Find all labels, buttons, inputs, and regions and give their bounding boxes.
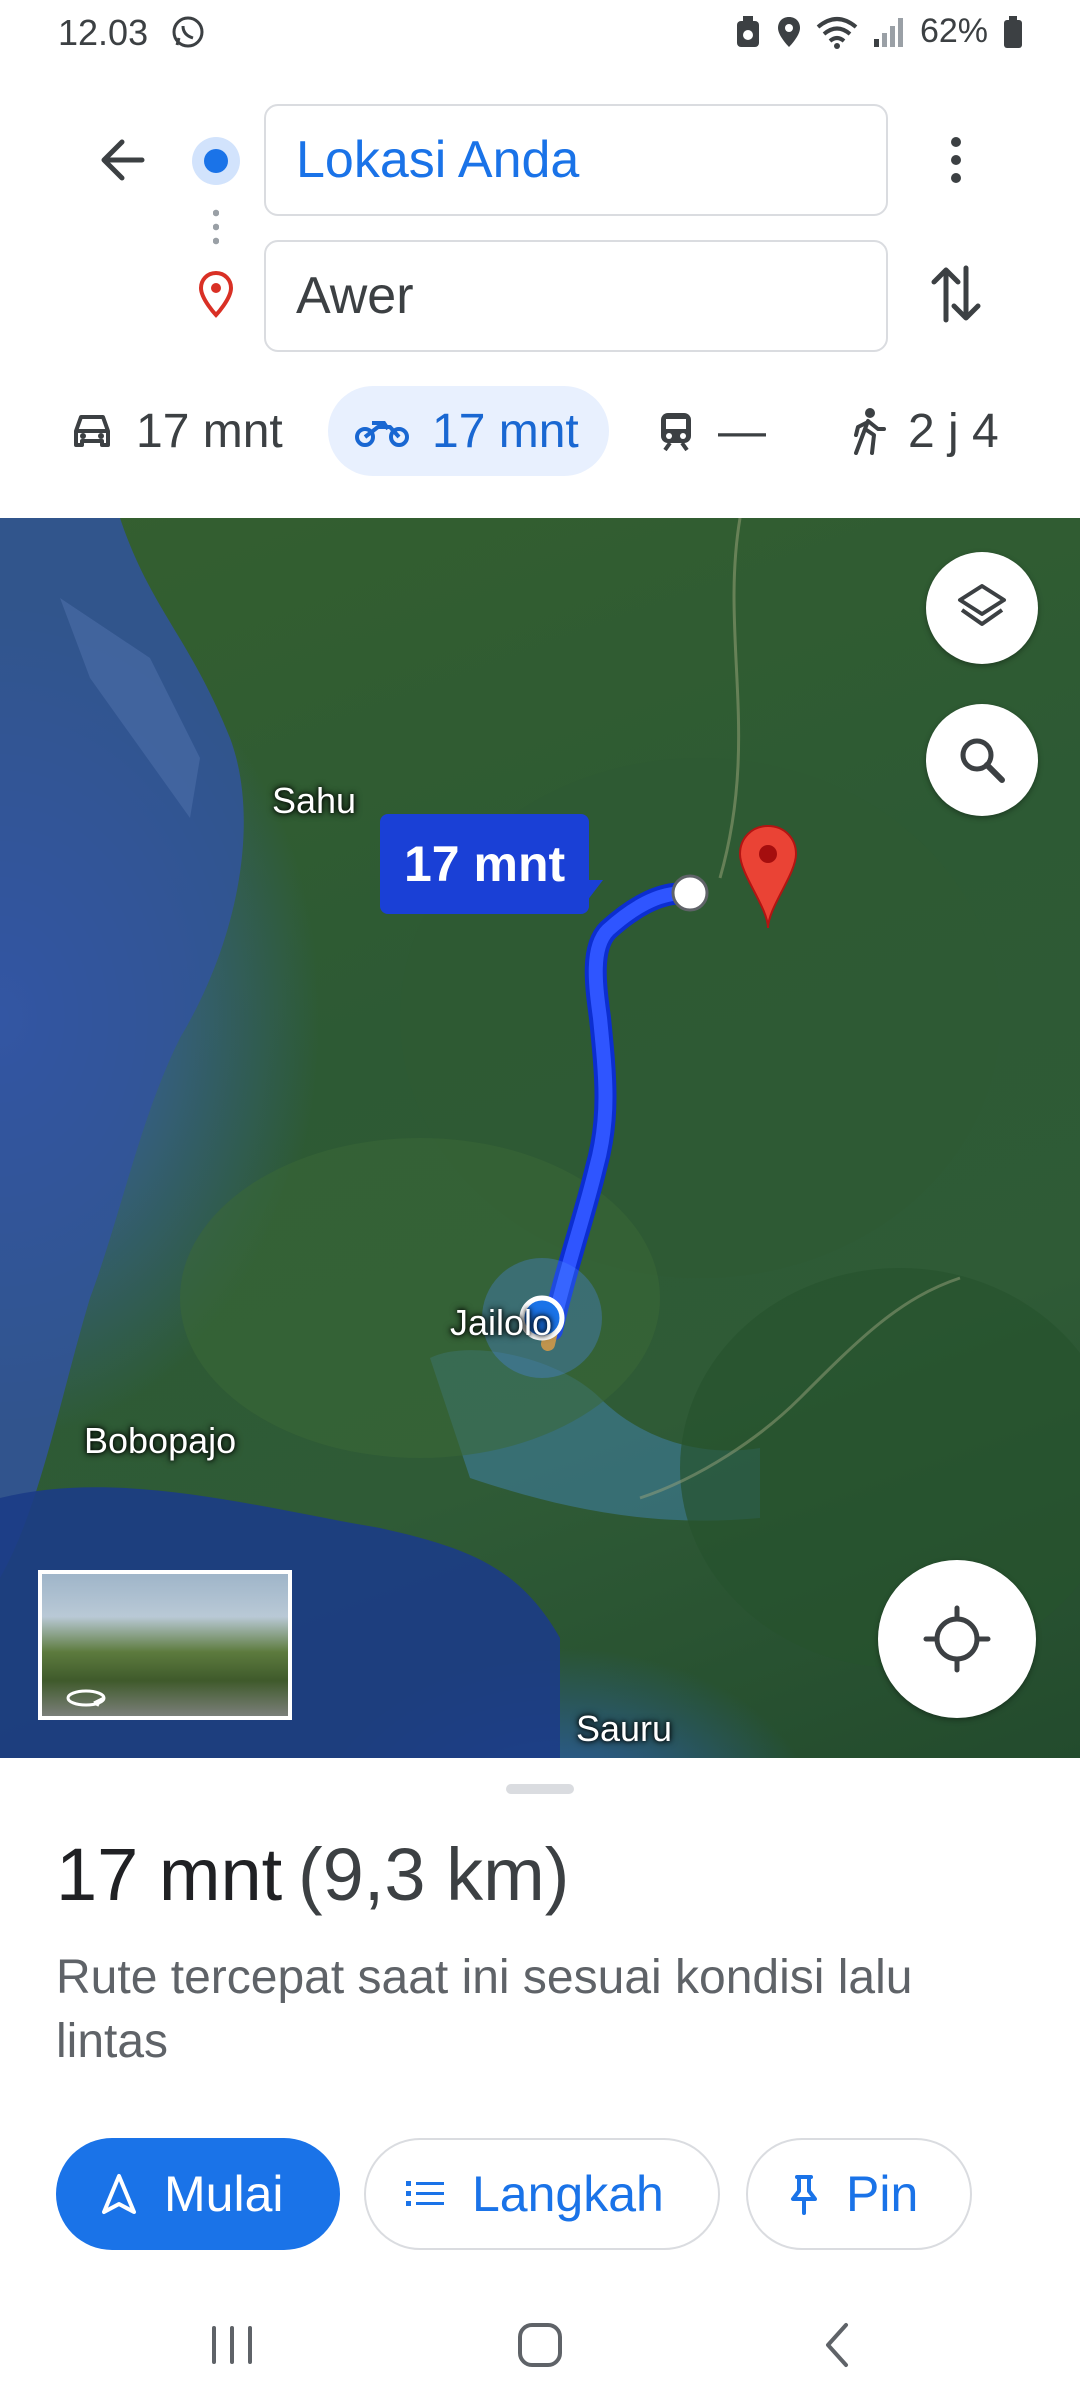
- route-description: Rute tercepat saat ini sesuai kondisi la…: [56, 1951, 913, 2068]
- mode-walk-time: 2 j 4: [908, 404, 999, 458]
- mode-transit[interactable]: —: [656, 386, 766, 476]
- map-label-jailolo: Jailolo: [450, 1302, 553, 1343]
- back-arrow-icon[interactable]: [92, 128, 156, 192]
- travel-modes: 17 mnt 17 mnt — 2 j 4: [0, 380, 1080, 480]
- walk-icon: [854, 408, 886, 455]
- status-icons: 62%: [734, 12, 1024, 51]
- navigation-arrow-icon: [102, 2174, 136, 2214]
- mode-motorcycle-time: 17 mnt: [432, 404, 579, 458]
- my-location-button[interactable]: [878, 1560, 1036, 1718]
- more-options-icon[interactable]: [938, 130, 974, 190]
- route-distance: (9,3 km): [298, 1833, 570, 1916]
- mode-car-time: 17 mnt: [136, 404, 283, 458]
- wifi-icon: [816, 16, 858, 49]
- route-duration-badge[interactable]: 17 mnt: [380, 814, 604, 914]
- start-button[interactable]: Mulai: [56, 2138, 340, 2250]
- map-view[interactable]: Sahu Jailolo Bobopajo Sauru 17 mnt: [0, 518, 1080, 1758]
- status-time: 12.03: [58, 12, 149, 53]
- back-icon[interactable]: [798, 2310, 878, 2380]
- route-duration: 17 mnt: [56, 1833, 283, 1916]
- signal-icon: [873, 17, 903, 47]
- list-icon: [406, 2181, 444, 2206]
- street-view-360-icon: [66, 1689, 106, 1707]
- motorcycle-icon: [355, 421, 409, 447]
- start-button-label: Mulai: [164, 2166, 284, 2222]
- search-icon: [960, 738, 1005, 783]
- crosshair-icon: [923, 1605, 991, 1673]
- origin-field[interactable]: Lokasi Anda: [264, 104, 888, 216]
- swap-icon[interactable]: [926, 262, 986, 326]
- destination-field[interactable]: Awer: [264, 240, 888, 352]
- steps-button[interactable]: Langkah: [364, 2138, 720, 2250]
- pushpin-icon: [791, 2175, 817, 2215]
- route-connector: [213, 206, 219, 250]
- destination-pin-icon: [198, 270, 234, 318]
- sheet-drag-handle[interactable]: [506, 1784, 574, 1794]
- battery-percent: 62%: [919, 12, 988, 50]
- map-label-sauru: Sauru: [576, 1708, 673, 1749]
- origin-dot-icon: [192, 137, 240, 185]
- status-bar: 12.03 62%: [0, 0, 1080, 70]
- system-nav-bar: [0, 2290, 1080, 2408]
- pin-button[interactable]: Pin: [746, 2138, 972, 2250]
- mode-car[interactable]: 17 mnt: [70, 386, 283, 476]
- mode-walk[interactable]: 2 j 4: [850, 386, 999, 476]
- train-icon: [661, 413, 691, 452]
- mode-transit-time: —: [718, 404, 766, 458]
- search-along-route-button[interactable]: [926, 704, 1038, 816]
- layers-button[interactable]: [926, 552, 1038, 664]
- battery-icon: [1004, 15, 1022, 48]
- recycle-icon: [736, 15, 759, 47]
- location-icon: [777, 16, 800, 47]
- recent-apps-icon[interactable]: [192, 2310, 272, 2380]
- street-view-thumbnail[interactable]: [38, 1570, 292, 1720]
- map-label-sahu: Sahu: [272, 780, 357, 821]
- mode-motorcycle[interactable]: 17 mnt: [328, 386, 609, 476]
- map-label-bobopajo: Bobopajo: [84, 1420, 237, 1461]
- layers-icon: [958, 584, 1006, 626]
- steps-button-label: Langkah: [472, 2166, 664, 2222]
- car-icon: [74, 415, 110, 447]
- home-icon[interactable]: [500, 2310, 580, 2380]
- pin-button-label: Pin: [846, 2166, 919, 2222]
- whatsapp-icon: [172, 16, 204, 48]
